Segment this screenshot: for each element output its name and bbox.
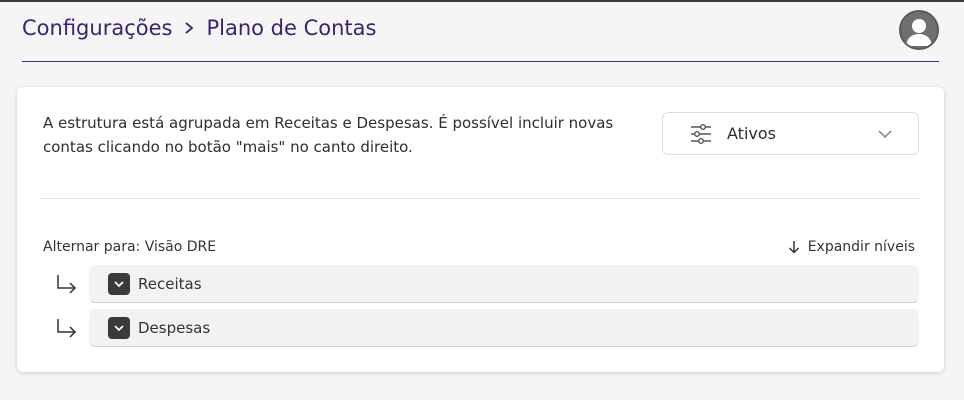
- chevron-down-icon: [876, 125, 894, 143]
- breadcrumb: Configurações Plano de Contas: [22, 16, 376, 40]
- group-row-receitas: Receitas: [55, 265, 919, 303]
- collapse-toggle-icon[interactable]: [108, 272, 130, 295]
- group-label: Despesas: [138, 318, 211, 337]
- user-avatar-icon[interactable]: [899, 10, 939, 50]
- divider: [41, 198, 919, 199]
- group-item-despesas[interactable]: Despesas: [89, 309, 919, 347]
- filter-selected-value: Ativos: [727, 124, 776, 143]
- expand-levels-label: Expandir níveis: [807, 239, 915, 255]
- subdirectory-arrow-icon: [55, 317, 79, 339]
- group-label: Receitas: [138, 274, 202, 293]
- page-header: Configurações Plano de Contas: [22, 2, 939, 62]
- group-item-receitas[interactable]: Receitas: [89, 265, 919, 303]
- arrow-down-icon: [788, 241, 799, 254]
- collapse-toggle-icon[interactable]: [108, 316, 130, 339]
- chevron-right-icon: [172, 16, 206, 40]
- structure-description: A estrutura está agrupada em Receitas e …: [43, 114, 614, 156]
- status-filter-select[interactable]: Ativos: [662, 112, 919, 155]
- breadcrumb-plano-de-contas: Plano de Contas: [206, 16, 377, 40]
- sliders-icon: [689, 122, 713, 146]
- expand-levels-button[interactable]: Expandir níveis: [787, 239, 915, 255]
- accounts-card: A estrutura está agrupada em Receitas e …: [17, 87, 944, 372]
- subdirectory-arrow-icon: [55, 273, 79, 295]
- breadcrumb-configuracoes[interactable]: Configurações: [22, 16, 172, 40]
- group-row-despesas: Despesas: [55, 309, 919, 347]
- toggle-dre-view-link[interactable]: Alternar para: Visão DRE: [43, 239, 216, 255]
